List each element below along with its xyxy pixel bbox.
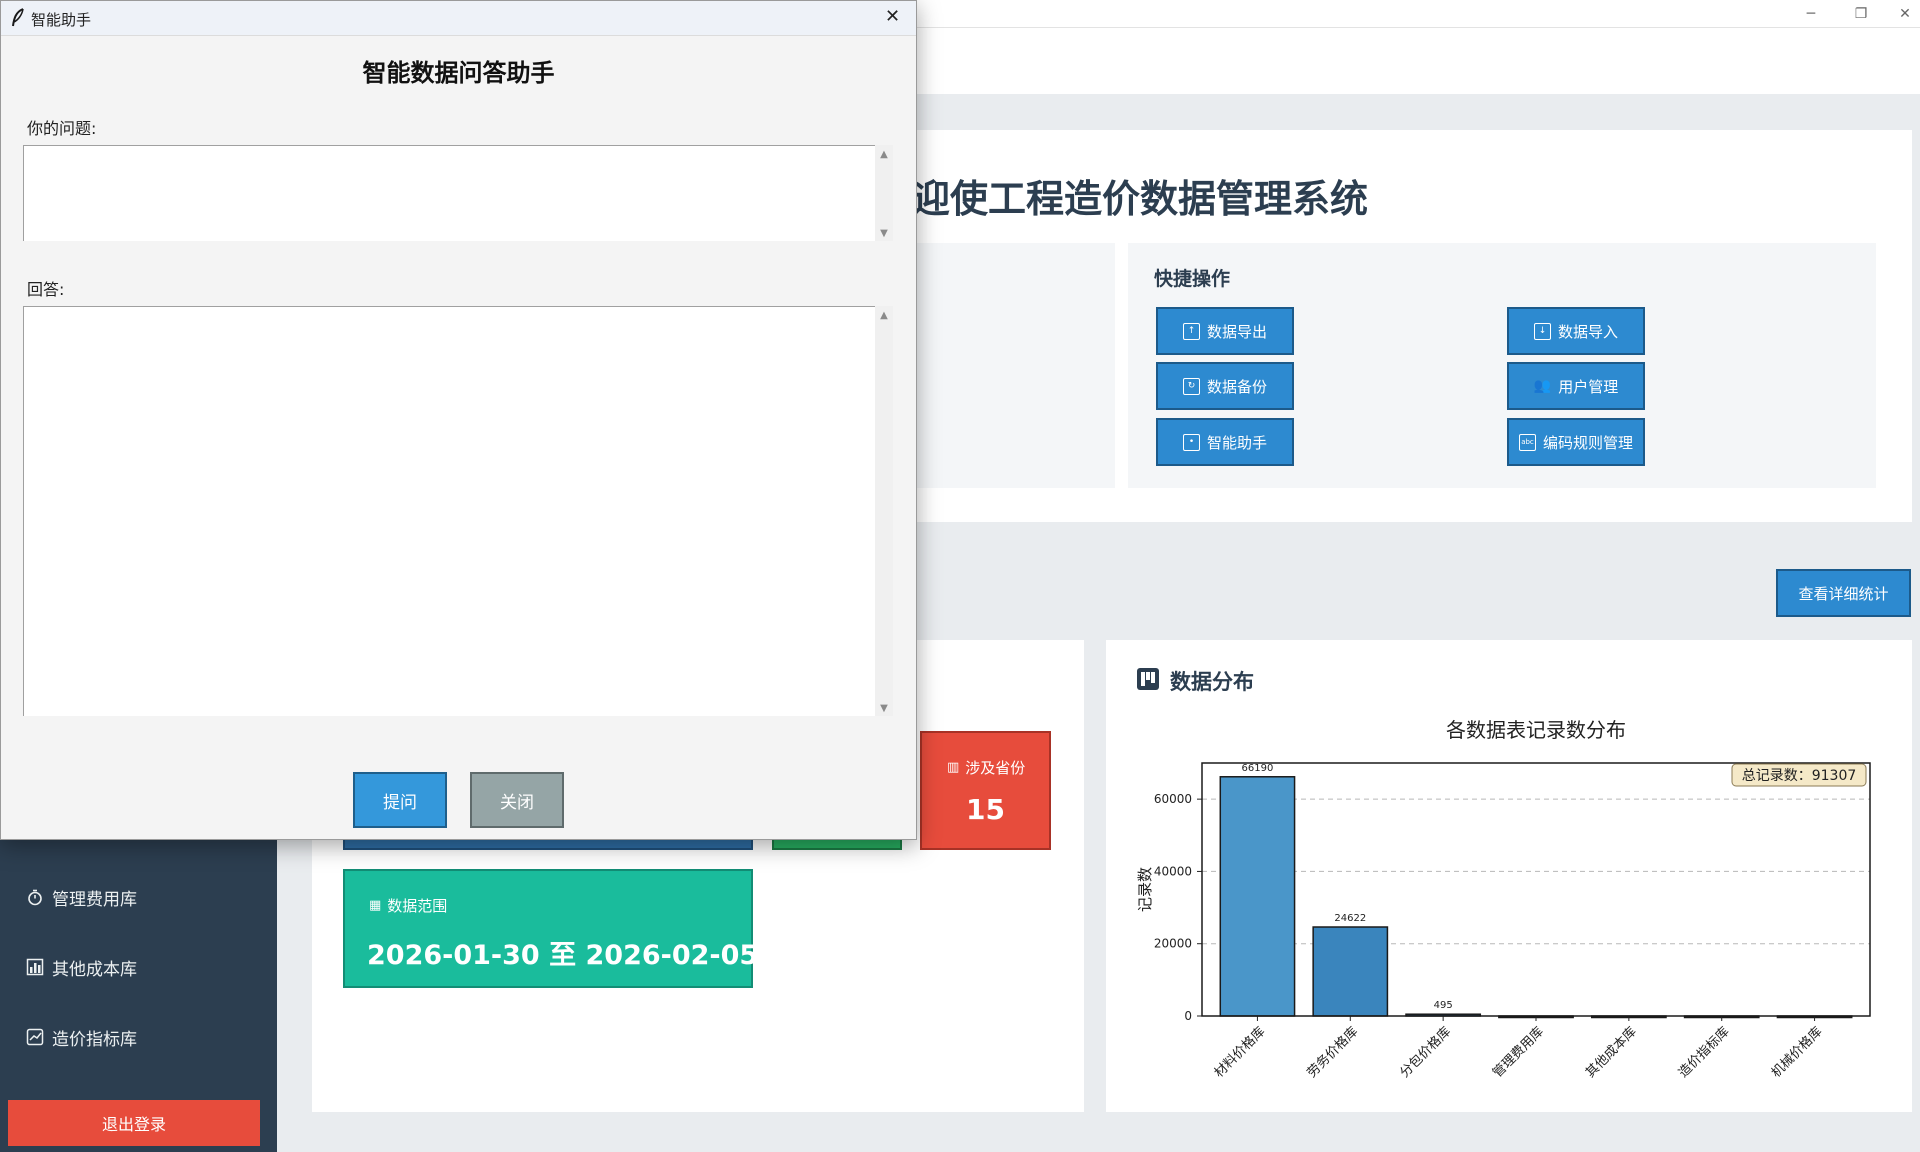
- scroll-down-icon[interactable]: ▼: [875, 228, 893, 239]
- y-tick-label: 60000: [1154, 792, 1192, 806]
- bar-chart-icon: [26, 958, 44, 976]
- dialog-titlebar: [1, 1, 916, 36]
- close-icon[interactable]: ✕: [1890, 0, 1920, 28]
- code-icon: abc: [1518, 433, 1536, 451]
- x-tick-label: 其他成本库: [1582, 1024, 1639, 1081]
- bar-value-label: 66190: [1242, 763, 1274, 774]
- record-distribution-chart: 各数据表记录数分布 0 20000 40000 60000 记录数 66190 材料价格库 24…: [1136, 718, 1871, 1081]
- scroll-up-icon[interactable]: ▲: [875, 149, 893, 160]
- users-icon: 👥: [1533, 378, 1552, 394]
- chart-section-title-text: 数据分布: [1170, 670, 1254, 694]
- map-icon: ▥: [947, 760, 960, 775]
- x-tick-label: 机械价格库: [1768, 1024, 1825, 1081]
- x-tick-label: 管理费用库: [1490, 1024, 1547, 1081]
- ask-button[interactable]: 提问: [353, 772, 447, 828]
- y-axis-label: 记录数: [1136, 867, 1154, 912]
- x-tick-label: 劳务价格库: [1304, 1024, 1361, 1081]
- quick-actions-title: 快捷操作: [1154, 268, 1231, 290]
- total-records-annotation: 总记录数：91307: [1742, 768, 1857, 784]
- x-tick-label: 材料价格库: [1211, 1024, 1268, 1081]
- user-management-button[interactable]: 👥 用户管理: [1507, 362, 1645, 410]
- button-label: 数据备份: [1206, 377, 1267, 396]
- stat-label-text: 涉及省份: [965, 759, 1026, 777]
- stat-label-text: 数据范围: [387, 897, 448, 915]
- question-scrollbar[interactable]: ▲ ▼: [875, 145, 893, 241]
- plot-frame: [1201, 762, 1871, 1017]
- button-label: 编码规则管理: [1542, 433, 1633, 452]
- scroll-up-icon[interactable]: ▲: [875, 310, 893, 321]
- provinces-stat-label: ▥ 涉及省份: [947, 757, 1025, 778]
- bar: [1312, 926, 1389, 1017]
- calendar-icon: ▦: [369, 898, 382, 913]
- sidebar-item-label: 造价指标库: [52, 1029, 137, 1050]
- button-label: 智能助手: [1206, 433, 1267, 452]
- bar-value-label: 24622: [1334, 913, 1366, 924]
- date-range-stat-label: ▦ 数据范围: [369, 895, 447, 916]
- y-tick-label: 0: [1184, 1009, 1192, 1023]
- view-detailed-stats-button[interactable]: 查看详细统计: [1776, 569, 1911, 617]
- chart-title: 各数据表记录数分布: [1446, 718, 1626, 742]
- chart-icon: [1136, 667, 1160, 696]
- export-data-button[interactable]: ↑ 数据导出: [1156, 307, 1294, 355]
- restore-icon[interactable]: ❐: [1838, 0, 1884, 28]
- close-button[interactable]: 关闭: [470, 772, 564, 828]
- export-icon: ↑: [1182, 322, 1200, 340]
- line-chart-icon: [26, 1028, 44, 1046]
- button-label: 数据导入: [1557, 322, 1618, 341]
- backup-icon: ↻: [1182, 377, 1200, 395]
- smart-assistant-dialog: 智能助手 ✕ 智能数据问答助手 你的问题: ▲ ▼ 回答: ▲ ▼ 提问 关闭: [0, 0, 917, 840]
- chart-section-title: 数据分布: [1136, 666, 1254, 696]
- overview-panel: [900, 243, 1115, 488]
- question-label: 你的问题:: [27, 119, 97, 138]
- robot-icon: •: [1182, 433, 1200, 451]
- provinces-stat-value: 15: [966, 793, 1005, 826]
- dialog-title: 智能助手: [31, 11, 92, 29]
- x-tick-label: 分包价格库: [1397, 1024, 1454, 1081]
- stopwatch-icon: [26, 888, 44, 906]
- feather-icon: [11, 8, 25, 32]
- question-input[interactable]: [23, 145, 875, 241]
- sidebar-item-other-cost[interactable]: 其他成本库: [26, 952, 266, 982]
- y-tick-label: 40000: [1154, 864, 1192, 878]
- page-title: 迎使工程造价数据管理系统: [912, 177, 1369, 221]
- minimize-icon[interactable]: ─: [1788, 0, 1834, 28]
- backup-data-button[interactable]: ↻ 数据备份: [1156, 362, 1294, 410]
- sidebar-item-label: 其他成本库: [52, 959, 137, 980]
- answer-output[interactable]: [23, 306, 875, 716]
- close-icon[interactable]: ✕: [885, 6, 900, 27]
- import-icon: ↓: [1533, 322, 1551, 340]
- answer-label: 回答:: [27, 280, 65, 299]
- sidebar-item-management-fee[interactable]: 管理费用库: [26, 882, 266, 912]
- answer-scrollbar[interactable]: ▲ ▼: [875, 306, 893, 716]
- sidebar-item-label: 管理费用库: [52, 889, 137, 910]
- date-range-stat-tile: ▦ 数据范围 2026-01-30 至 2026-02-05: [343, 869, 758, 988]
- y-tick-label: 20000: [1154, 937, 1192, 951]
- bar-value-label: 495: [1434, 1000, 1453, 1011]
- import-data-button[interactable]: ↓ 数据导入: [1507, 307, 1645, 355]
- smart-assistant-button[interactable]: • 智能助手: [1156, 418, 1294, 466]
- provinces-stat-tile: ▥ 涉及省份 15: [920, 731, 1051, 850]
- button-label: 用户管理: [1558, 377, 1619, 396]
- x-tick-label: 造价指标库: [1675, 1024, 1732, 1081]
- bar: [1219, 776, 1296, 1017]
- button-label: 数据导出: [1206, 322, 1267, 341]
- logout-button[interactable]: 退出登录: [8, 1100, 260, 1146]
- scroll-down-icon[interactable]: ▼: [875, 703, 893, 714]
- date-range-stat-value: 2026-01-30 至 2026-02-05: [367, 940, 759, 971]
- dialog-heading: 智能数据问答助手: [362, 59, 555, 87]
- code-rule-management-button[interactable]: abc 编码规则管理: [1507, 418, 1645, 466]
- sidebar-item-cost-index[interactable]: 造价指标库: [26, 1022, 266, 1052]
